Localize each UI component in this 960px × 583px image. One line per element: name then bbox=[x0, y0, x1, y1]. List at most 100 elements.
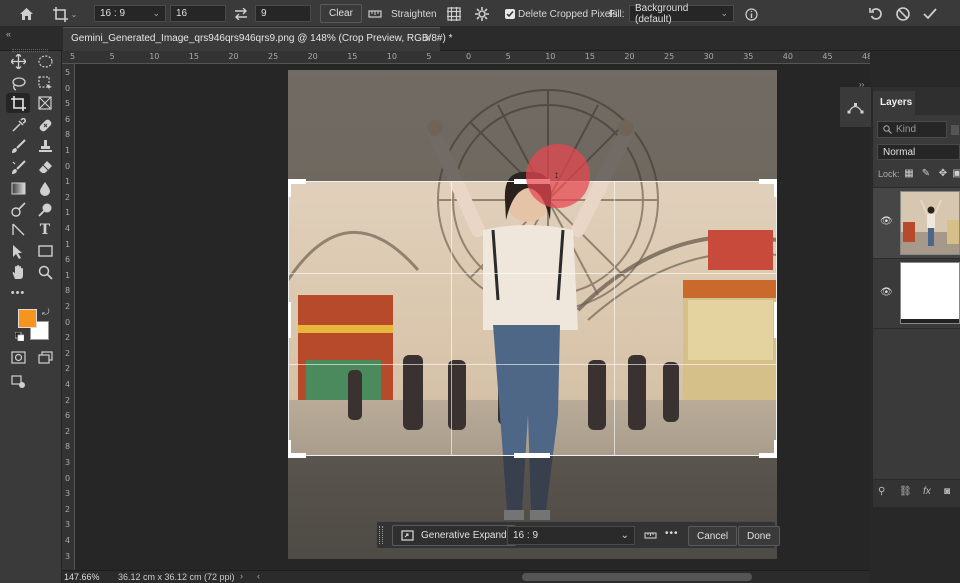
horizontal-ruler[interactable]: 5 5 10 15 20 25 20 15 10 5 0 5 10 15 20 25 30 35 40 45 48 bbox=[62, 51, 872, 64]
path-selection-tool-icon[interactable] bbox=[8, 241, 28, 261]
ruler-tick-label: 25 bbox=[664, 52, 675, 61]
brush-tool-icon[interactable] bbox=[8, 136, 28, 156]
panel-icon-column bbox=[840, 87, 871, 127]
info-icon[interactable] bbox=[742, 4, 760, 24]
straighten-toggle-icon[interactable] bbox=[641, 526, 659, 545]
dodge-tool-icon[interactable] bbox=[8, 199, 28, 219]
lock-artboard-icon[interactable]: ▣ bbox=[952, 166, 960, 180]
more-tools-icon[interactable]: ••• bbox=[8, 283, 28, 303]
layers-tab[interactable]: Layers bbox=[873, 91, 915, 115]
lock-pixels-icon[interactable]: ✎ bbox=[920, 166, 932, 180]
type-tool-icon[interactable]: T bbox=[35, 220, 55, 240]
edit-toolbar-icon[interactable] bbox=[8, 371, 28, 391]
rectangle-tool-icon[interactable] bbox=[35, 241, 55, 261]
layer-thumbnail-edge bbox=[901, 319, 959, 323]
scroll-left-icon[interactable]: ‹ bbox=[257, 571, 260, 581]
crop-handle-left[interactable] bbox=[288, 302, 291, 338]
fx-icon[interactable]: fx bbox=[923, 486, 931, 497]
commit-crop-icon[interactable] bbox=[920, 4, 940, 24]
crop-handle-right[interactable] bbox=[774, 302, 777, 338]
blend-mode-select[interactable]: Normal bbox=[877, 144, 960, 160]
home-icon[interactable] bbox=[16, 4, 36, 24]
frame-tool-icon[interactable] bbox=[35, 93, 55, 113]
clear-button[interactable]: Clear bbox=[320, 4, 362, 23]
blur-tool-icon[interactable] bbox=[35, 178, 55, 198]
hand-tool-icon[interactable] bbox=[8, 262, 28, 282]
layer-row[interactable]: 👁 bbox=[873, 259, 960, 329]
fill-select[interactable]: Background (default) ⌄ bbox=[629, 3, 734, 25]
collapse-toolbar-icon[interactable]: « bbox=[6, 29, 11, 39]
crop-box[interactable] bbox=[288, 181, 777, 456]
delete-cropped-label[interactable]: Delete Cropped Pixels bbox=[518, 4, 618, 24]
paths-panel-icon[interactable] bbox=[845, 97, 865, 117]
eye-icon[interactable]: 👁 bbox=[880, 287, 893, 298]
done-button[interactable]: Done bbox=[738, 526, 780, 546]
cancel-button[interactable]: Cancel bbox=[688, 526, 738, 546]
lock-position-icon[interactable]: ✥ bbox=[937, 166, 949, 180]
gradient-tool-icon[interactable] bbox=[8, 178, 28, 198]
eyedropper-tool-icon[interactable] bbox=[8, 115, 28, 135]
gear-icon[interactable] bbox=[472, 4, 492, 24]
object-selection-tool-icon[interactable] bbox=[35, 73, 55, 93]
filter-toggle[interactable] bbox=[951, 125, 959, 135]
default-colors-icon[interactable] bbox=[14, 331, 25, 342]
crop-handle-top-left[interactable] bbox=[288, 179, 291, 197]
move-tool-icon[interactable] bbox=[8, 51, 28, 71]
crop-handle-bottom-left[interactable] bbox=[288, 440, 291, 458]
reset-icon[interactable] bbox=[866, 4, 886, 24]
history-brush-tool-icon[interactable] bbox=[8, 157, 28, 177]
cancel-crop-icon[interactable] bbox=[893, 4, 913, 24]
delete-cropped-checkbox[interactable] bbox=[505, 9, 515, 19]
horizontal-scrollbar-thumb[interactable] bbox=[522, 573, 752, 581]
width-field[interactable]: 16 bbox=[170, 5, 226, 22]
swap-icon[interactable] bbox=[232, 4, 250, 24]
lock-transparent-icon[interactable]: ▦ bbox=[903, 166, 915, 180]
ruler-tick-label: 3 bbox=[65, 520, 71, 530]
eraser-tool-icon[interactable] bbox=[35, 157, 55, 177]
clone-stamp-tool-icon[interactable] bbox=[35, 136, 55, 156]
ruler-tick-label: 4 bbox=[65, 536, 71, 545]
healing-brush-tool-icon[interactable] bbox=[35, 115, 55, 135]
ruler-tick-label: 2 bbox=[65, 364, 71, 374]
lasso-tool-icon[interactable] bbox=[8, 73, 28, 93]
ruler-tick-label: 4 bbox=[65, 224, 71, 233]
ruler-tick-label: 6 bbox=[65, 411, 71, 421]
zoom-level[interactable]: 147.66% bbox=[64, 572, 100, 582]
zoom-tool-icon[interactable] bbox=[35, 262, 55, 282]
height-field[interactable]: 9 bbox=[255, 5, 311, 22]
ruler-tick-label: 15 bbox=[347, 52, 358, 61]
screen-mode-icon[interactable] bbox=[35, 347, 55, 367]
canvas-area[interactable]: ↕ bbox=[75, 64, 870, 570]
crop-handle-top-right[interactable] bbox=[774, 179, 777, 197]
context-ratio-value: 16 : 9 bbox=[513, 530, 539, 541]
foreground-color-swatch[interactable] bbox=[18, 309, 37, 328]
eye-icon[interactable]: 👁 bbox=[880, 216, 893, 227]
sponge-tool-icon[interactable] bbox=[35, 199, 55, 219]
document-tab[interactable]: Gemini_Generated_Image_qrs946qrs946qrs9.… bbox=[63, 27, 452, 51]
pen-tool-icon[interactable] bbox=[8, 220, 28, 240]
crop-handle-bottom-right[interactable] bbox=[774, 440, 777, 458]
contextual-bar-grip[interactable] bbox=[379, 526, 383, 544]
link-layers-icon[interactable]: ⚲ bbox=[878, 486, 885, 497]
layer-row[interactable]: 👁 bbox=[873, 187, 960, 259]
status-menu-chevron-icon[interactable]: › bbox=[240, 571, 243, 581]
grid-overlay-icon[interactable] bbox=[444, 4, 464, 24]
quick-mask-icon[interactable] bbox=[8, 347, 28, 367]
straighten-label[interactable]: Straighten bbox=[391, 4, 437, 24]
straighten-icon[interactable] bbox=[366, 4, 384, 24]
crop-tool-icon[interactable] bbox=[6, 93, 30, 113]
layer-thumbnail bbox=[900, 191, 960, 255]
swap-colors-icon[interactable]: ⤾ bbox=[42, 307, 50, 318]
layer-filter-select[interactable]: Kind bbox=[877, 121, 947, 138]
crop-tool-preset-icon[interactable]: ⌄ bbox=[50, 4, 80, 24]
close-tab-icon[interactable]: × bbox=[424, 31, 431, 45]
more-options-icon[interactable]: ••• bbox=[665, 528, 679, 539]
generative-expand-button[interactable]: Generative Expand bbox=[392, 525, 516, 546]
marquee-tool-icon[interactable] bbox=[35, 51, 55, 71]
crop-handle-bottom[interactable] bbox=[514, 453, 550, 458]
ratio-select[interactable]: 16 : 9 ⌄ bbox=[94, 5, 166, 22]
chain-icon[interactable]: ⛓ bbox=[899, 486, 912, 497]
vertical-ruler[interactable]: 50568101214161820222426283032343 bbox=[62, 64, 75, 570]
context-ratio-select[interactable]: 16 : 9 ⌄ bbox=[507, 526, 635, 545]
layer-mask-icon[interactable]: ◙ bbox=[944, 486, 950, 497]
